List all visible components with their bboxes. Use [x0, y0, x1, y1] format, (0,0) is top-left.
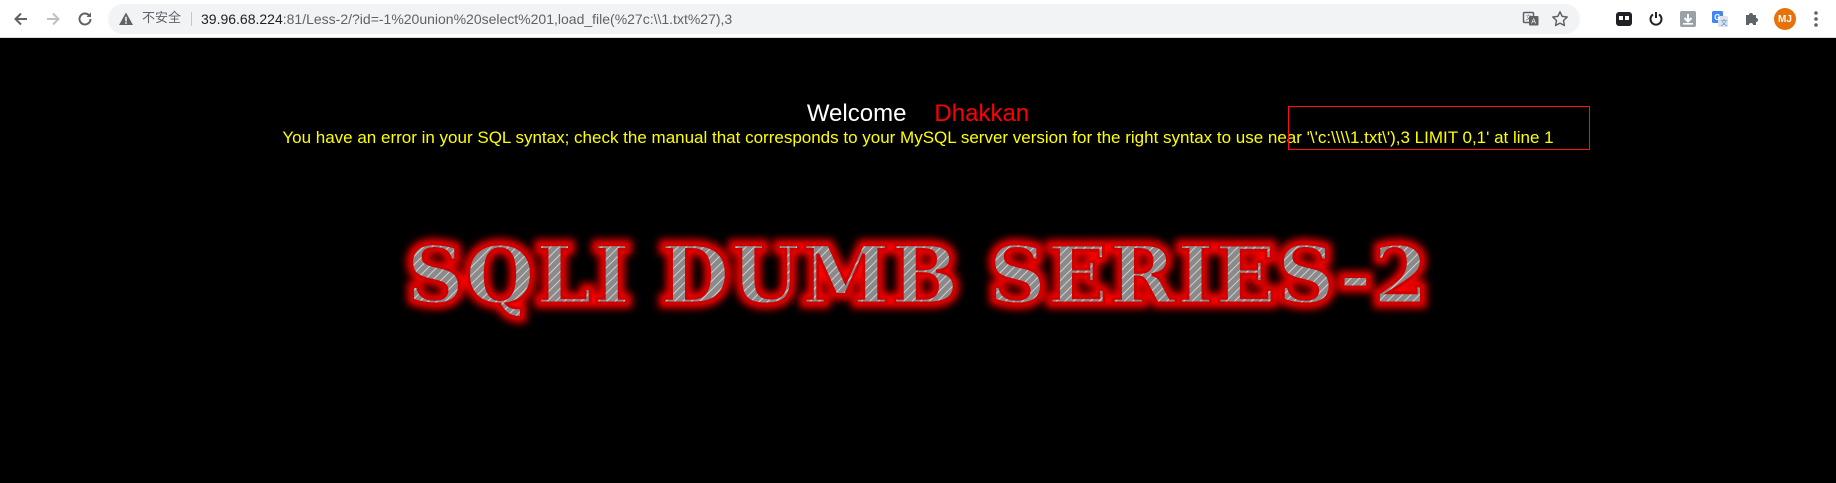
extensions-button[interactable] [1742, 9, 1762, 29]
url-text[interactable]: 39.96.68.224:81/Less-2/?id=-1%20union%20… [201, 10, 732, 28]
annotation-highlight-box [1288, 106, 1590, 150]
url-host: 39.96.68.224 [201, 11, 283, 27]
power-extension-icon [1649, 12, 1663, 26]
download-extension-icon [1680, 11, 1696, 27]
media-extension-icon [1616, 12, 1632, 26]
translate-icon[interactable]: 文A [1522, 10, 1540, 28]
security-label[interactable]: 不安全 [142, 10, 181, 28]
forward-arrow-icon [47, 12, 60, 26]
power-extension-button[interactable] [1646, 9, 1666, 29]
download-extension-button[interactable] [1678, 9, 1698, 29]
kebab-menu-icon [1814, 11, 1818, 27]
browser-toolbar: 不安全 39.96.68.224:81/Less-2/?id=-1%20unio… [0, 0, 1836, 38]
google-translate-button[interactable]: G文 [1710, 9, 1730, 29]
svg-text:A: A [1531, 19, 1536, 26]
warning-icon [119, 12, 133, 25]
banner-text: SQLI DUMB SERIES-2 [406, 228, 1429, 322]
address-bar[interactable]: 不安全 39.96.68.224:81/Less-2/?id=-1%20unio… [108, 4, 1580, 34]
svg-text:G: G [1714, 13, 1720, 22]
star-icon[interactable] [1551, 10, 1569, 28]
svg-text:文: 文 [1721, 18, 1728, 27]
sqli-banner: SQLI DUMB SERIES-2 SQLI DUMB SERIES-2 [401, 223, 1433, 327]
media-extension-button[interactable] [1614, 9, 1634, 29]
reload-icon [78, 12, 92, 26]
separator [191, 12, 192, 26]
welcome-label: Welcome [806, 100, 907, 127]
url-path: :81/Less-2/?id=-1%20union%20select%201,l… [282, 11, 733, 27]
back-arrow-icon [14, 12, 27, 26]
reload-button[interactable] [72, 6, 98, 32]
puzzle-icon [1746, 13, 1758, 25]
google-translate-icon: G文 [1712, 11, 1728, 27]
forward-button[interactable] [40, 6, 66, 32]
page-content: Welcome Dhakkan You have an error in your… [0, 38, 1836, 483]
back-button[interactable] [8, 6, 34, 32]
browser-menu-button[interactable] [1806, 8, 1826, 30]
username: Dhakkan [934, 100, 1030, 127]
profile-avatar[interactable]: MJ [1774, 8, 1796, 30]
